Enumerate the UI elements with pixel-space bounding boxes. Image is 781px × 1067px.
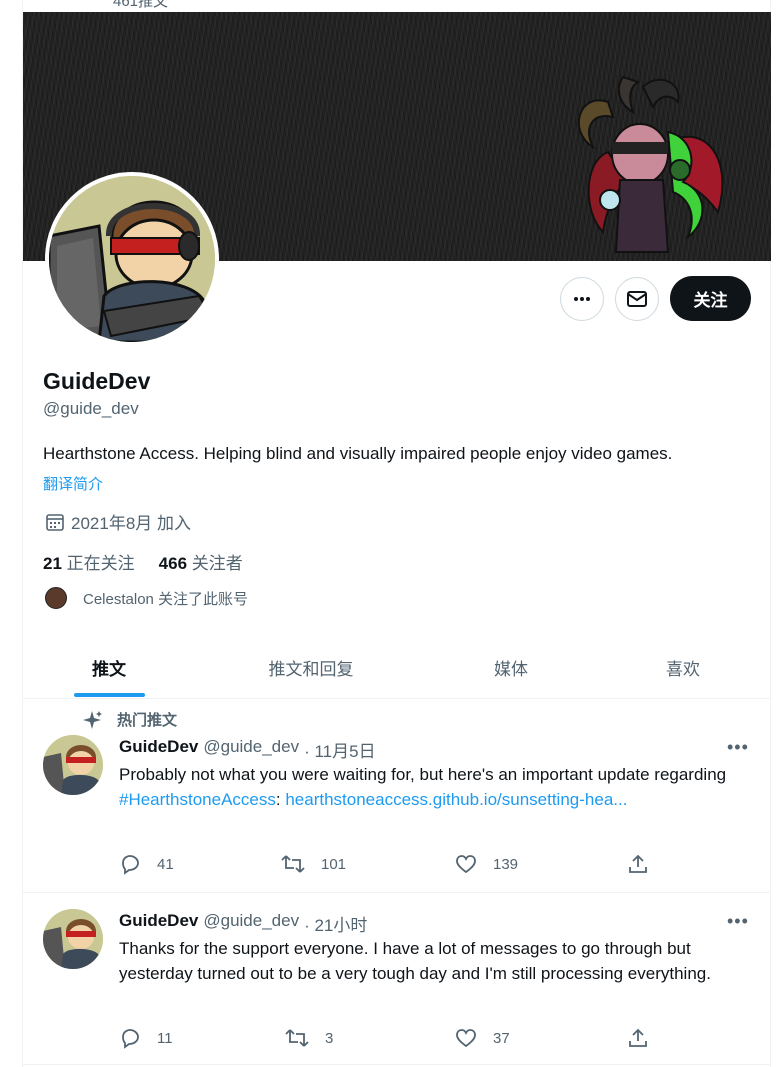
pinned-label-text: 热门推文 <box>117 712 178 729</box>
calendar-icon <box>46 513 64 531</box>
following-count: 21 <box>43 554 62 573</box>
retweet-icon <box>285 1029 309 1047</box>
top-tweet-count: 461推文 <box>113 0 169 10</box>
envelope-icon <box>627 291 647 307</box>
banner-artwork-image <box>577 75 724 253</box>
tweet-more-button[interactable]: ••• <box>727 737 749 758</box>
tab-tweets-replies[interactable]: 推文和回复 <box>195 635 427 699</box>
heart-icon <box>456 1029 476 1048</box>
profile-tabs: 推文 推文和回复 媒体 喜欢 <box>23 635 771 699</box>
like-count: 37 <box>493 1029 510 1047</box>
tweet-avatar[interactable] <box>43 735 103 795</box>
reply-count: 41 <box>157 855 174 873</box>
follower-avatar <box>45 587 67 609</box>
retweet-icon <box>281 855 305 873</box>
reply-icon <box>122 1029 139 1049</box>
profile-name: GuideDev <box>43 368 151 394</box>
joined-date: 2021年8月 加入 <box>45 509 191 534</box>
pinned-label: 热门推文 <box>83 709 177 730</box>
tweet-url-link[interactable]: hearthstoneaccess.github.io/sunsetting-h… <box>285 790 627 809</box>
tweet-avatar[interactable] <box>43 909 103 969</box>
active-tab-indicator <box>74 693 145 697</box>
tweet-author-name[interactable]: GuideDev <box>119 911 198 936</box>
tweet-author-handle[interactable]: @guide_dev <box>203 911 299 936</box>
profile-stats: 21 正在关注 466 关注者 <box>43 549 243 574</box>
more-icon <box>574 297 590 301</box>
tweet-time[interactable]: · 21小时 <box>304 911 367 936</box>
followed-by-row[interactable]: Celestalon 关注了此账号 <box>45 587 248 609</box>
like-button[interactable]: 37 <box>455 1027 510 1049</box>
tweet-text: Thanks for the support everyone. I have … <box>119 939 711 983</box>
share-button[interactable] <box>627 1027 649 1049</box>
profile-page: 461推文 关注 GuideDev @guide_dev Hearthstone… <box>22 0 771 1067</box>
tweet-text-part: Probably not what you were waiting for, … <box>119 765 727 784</box>
tweet-actions: 11 3 37 <box>119 1027 649 1051</box>
tweet-more-button[interactable]: ••• <box>727 911 749 932</box>
profile-avatar[interactable] <box>45 172 219 346</box>
tweet-avatar-image <box>43 735 103 795</box>
retweet-count: 3 <box>325 1029 334 1047</box>
share-icon <box>629 1028 647 1047</box>
share-icon <box>629 854 647 873</box>
tweet-divider <box>23 892 771 893</box>
share-button[interactable] <box>627 853 649 875</box>
profile-handle: @guide_dev <box>43 399 139 418</box>
followers-label: 关注者 <box>191 554 243 573</box>
followers-link[interactable]: 466 关注者 <box>159 549 243 574</box>
following-label: 正在关注 <box>66 554 135 573</box>
retweet-button[interactable]: 3 <box>285 1027 333 1049</box>
profile-bio: Hearthstone Access. Helping blind and vi… <box>43 444 673 463</box>
retweet-button[interactable]: 101 <box>281 853 346 875</box>
reply-button[interactable]: 11 <box>119 1027 173 1049</box>
tweet-hashtag-link[interactable]: #HearthstoneAccess <box>119 790 276 809</box>
message-button[interactable] <box>615 277 659 321</box>
tweet-text: Probably not what you were waiting for, … <box>119 762 759 812</box>
following-link[interactable]: 21 正在关注 <box>43 549 135 574</box>
tweet-text-colon: : <box>275 790 286 809</box>
translate-bio-link[interactable]: 翻译简介 <box>43 473 103 494</box>
tab-likes[interactable]: 喜欢 <box>595 635 771 699</box>
more-options-button[interactable] <box>560 277 604 321</box>
like-count: 139 <box>493 855 519 873</box>
tweet-header: GuideDev @guide_dev · 11月5日 <box>119 737 376 762</box>
tweet-header: GuideDev @guide_dev · 21小时 <box>119 911 367 936</box>
reply-count: 11 <box>157 1029 173 1047</box>
reply-icon <box>122 855 139 875</box>
tweet-author-handle[interactable]: @guide_dev <box>203 737 299 762</box>
followers-count: 466 <box>158 554 188 573</box>
tweet-actions: 41 101 139 <box>119 853 649 877</box>
tweet-avatar-image <box>43 909 103 969</box>
avatar-illustration <box>49 176 215 342</box>
sparkle-icon <box>83 710 102 729</box>
like-button[interactable]: 139 <box>455 853 518 875</box>
reply-button[interactable]: 41 <box>119 853 174 875</box>
tweet-author-name[interactable]: GuideDev <box>119 737 198 762</box>
tweet-divider <box>23 1064 771 1065</box>
followed-by-text: Celestalon 关注了此账号 <box>83 590 249 608</box>
tab-media[interactable]: 媒体 <box>427 635 595 699</box>
heart-icon <box>456 855 476 874</box>
tab-tweets[interactable]: 推文 <box>23 635 195 699</box>
tweet-time[interactable]: · 11月5日 <box>304 737 376 762</box>
joined-text: 2021年8月 加入 <box>71 514 191 533</box>
retweet-count: 101 <box>321 855 347 873</box>
follow-button[interactable]: 关注 <box>670 276 751 321</box>
